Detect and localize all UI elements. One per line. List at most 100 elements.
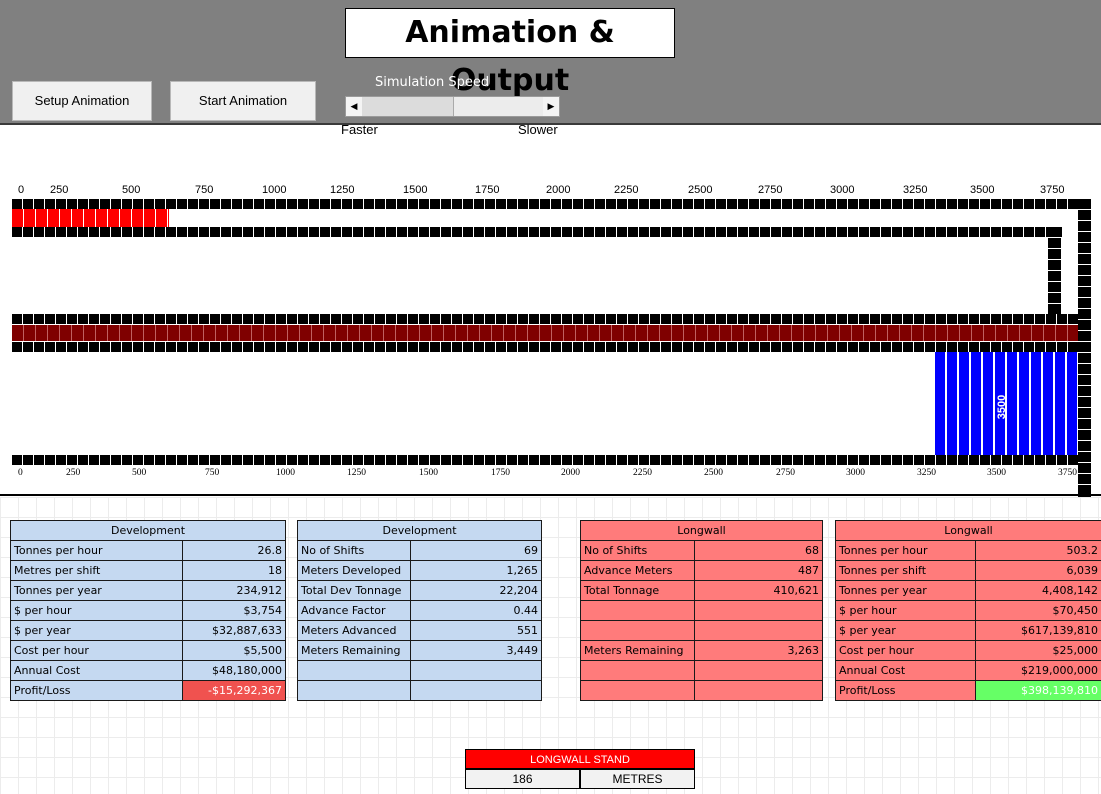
- row-value: [694, 600, 823, 621]
- row-label: No of Shifts: [580, 540, 695, 561]
- row-value: 68: [694, 540, 823, 561]
- row-label: Annual Cost: [10, 660, 183, 681]
- axis-tick-label: 1750: [491, 468, 510, 478]
- row-label: Tonnes per hour: [835, 540, 976, 561]
- row-label: Profit/Loss: [10, 680, 183, 701]
- axis-tick-label: 1750: [475, 184, 500, 196]
- axis-tick-label: 3000: [830, 184, 855, 196]
- row-label: Meters Remaining: [297, 640, 411, 661]
- row-label: $ per year: [10, 620, 183, 641]
- row-value: $219,000,000: [975, 660, 1101, 681]
- axis-tick-label: 1000: [276, 468, 295, 478]
- axis-tick-label: 500: [122, 184, 141, 196]
- longwall-table-2: Longwall Tonnes per hour 503.2 Tonnes per …: [835, 520, 1101, 701]
- table-row: $ per year $32,887,633: [10, 620, 286, 641]
- start-animation-button[interactable]: Start Animation: [170, 81, 316, 121]
- table-row: [580, 600, 823, 621]
- axis-tick-label: 3500: [987, 468, 1006, 478]
- axis-tick-label: 1500: [419, 468, 438, 478]
- row-label: $ per hour: [10, 600, 183, 621]
- axis-tick-label: 1500: [403, 184, 428, 196]
- roadway-connector-inner: [1048, 227, 1061, 322]
- row-label: [297, 660, 411, 681]
- table-row: Meters Advanced 551: [297, 620, 542, 641]
- axis-tick-label: 250: [66, 468, 81, 478]
- row-value: 22,204: [410, 580, 542, 601]
- axis-tick-label: 750: [195, 184, 214, 196]
- table-row: $ per hour $3,754: [10, 600, 286, 621]
- row-label: Meters Advanced: [297, 620, 411, 641]
- table-row: Tonnes per year 4,408,142: [835, 580, 1101, 601]
- row-label: Tonnes per year: [835, 580, 976, 601]
- row-label: [580, 660, 695, 681]
- table-row: Cost per hour $25,000: [835, 640, 1101, 661]
- row-value: -$15,292,367: [182, 680, 286, 701]
- axis-tick-label: 2000: [546, 184, 571, 196]
- table-row: Annual Cost $48,180,000: [10, 660, 286, 681]
- row-value: $32,887,633: [182, 620, 286, 641]
- setup-animation-button[interactable]: Setup Animation: [12, 81, 152, 121]
- row-value: $398,139,810: [975, 680, 1101, 701]
- row-value: [694, 680, 823, 701]
- axis-tick-label: 2500: [704, 468, 723, 478]
- gateroad-bar: [12, 325, 1078, 341]
- row-label: Annual Cost: [835, 660, 976, 681]
- axis-tick-label: 500: [132, 468, 147, 478]
- table-header: Development: [10, 520, 286, 541]
- table-row: [580, 680, 823, 701]
- axis-tick-label: 3250: [917, 468, 936, 478]
- scroll-left-arrow-icon[interactable]: ◀: [346, 97, 362, 116]
- row-label: Cost per hour: [835, 640, 976, 661]
- longwall-stand-title: LONGWALL STAND: [465, 749, 695, 769]
- scroll-thumb[interactable]: [362, 97, 454, 116]
- longwall-block-label: 3500: [996, 394, 1008, 420]
- row-label: Meters Developed: [297, 560, 411, 581]
- row-label: Cost per hour: [10, 640, 183, 661]
- table-row: Profit/Loss $398,139,810: [835, 680, 1101, 701]
- roadway-bottom: [12, 455, 1078, 465]
- row-value: [410, 680, 542, 701]
- axis-tick-label: 3750: [1058, 468, 1077, 478]
- scroll-right-arrow-icon[interactable]: ▶: [543, 97, 559, 116]
- row-value: [694, 620, 823, 641]
- row-value: 1,265: [410, 560, 542, 581]
- axis-tick-label: 2250: [614, 184, 639, 196]
- table-row: Tonnes per hour 503.2: [835, 540, 1101, 561]
- development-table-2: Development No of Shifts 69 Meters Develop…: [297, 520, 542, 701]
- table-row: Tonnes per shift 6,039: [835, 560, 1101, 581]
- row-value: 410,621: [694, 580, 823, 601]
- simulation-speed-scrollbar[interactable]: ◀ ▶: [345, 96, 560, 117]
- axis-tick-label: 0: [18, 468, 23, 478]
- row-label: [580, 680, 695, 701]
- roadway-top-1: [12, 199, 1078, 209]
- table-row: Tonnes per hour 26.8: [10, 540, 286, 561]
- axis-tick-label: 0: [18, 184, 25, 196]
- table-row: No of Shifts 68: [580, 540, 823, 561]
- row-label: Total Dev Tonnage: [297, 580, 411, 601]
- table-row: Total Tonnage 410,621: [580, 580, 823, 601]
- page-title: Animation & Output: [345, 8, 675, 98]
- longwall-block-label-wrap: 3500: [994, 392, 1010, 422]
- row-label: Total Tonnage: [580, 580, 695, 601]
- longwall-stand-unit: METRES: [580, 769, 695, 789]
- row-label: Metres per shift: [10, 560, 183, 581]
- table-row: Metres per shift 18: [10, 560, 286, 581]
- row-label: Tonnes per shift: [835, 560, 976, 581]
- row-value: $70,450: [975, 600, 1101, 621]
- axis-tick-label: 2750: [758, 184, 783, 196]
- development-progress-bar: [12, 209, 169, 227]
- row-label: $ per year: [835, 620, 976, 641]
- row-value: 487: [694, 560, 823, 581]
- row-value: 69: [410, 540, 542, 561]
- axis-tick-label: 2000: [561, 468, 580, 478]
- table-row: Annual Cost $219,000,000: [835, 660, 1101, 681]
- row-label: Tonnes per year: [10, 580, 183, 601]
- table-row: Total Dev Tonnage 22,204: [297, 580, 542, 601]
- row-value: $3,754: [182, 600, 286, 621]
- axis-tick-label: 2750: [776, 468, 795, 478]
- axis-tick-label: 1000: [262, 184, 287, 196]
- roadway-mid-2: [12, 342, 1078, 352]
- table-row: [297, 680, 542, 701]
- table-row: Profit/Loss -$15,292,367: [10, 680, 286, 701]
- table-row: [580, 660, 823, 681]
